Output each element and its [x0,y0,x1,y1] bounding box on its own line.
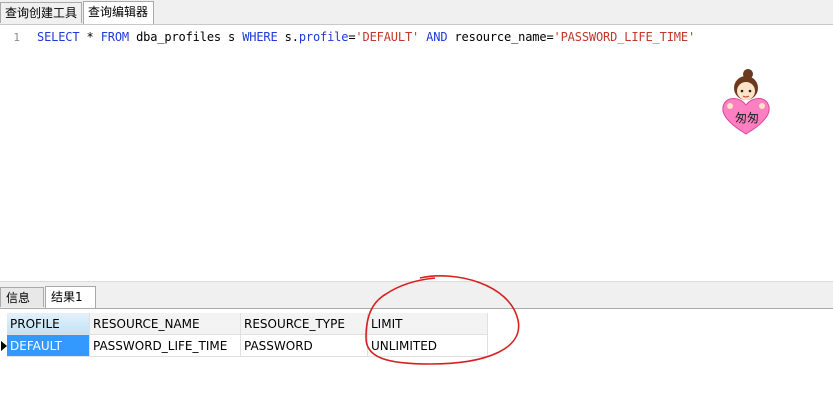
sql-code-line[interactable]: SELECT * FROM dba_profiles s WHERE s.pro… [37,30,695,44]
tab-label: 查询编辑器 [88,5,149,19]
sql-token-kw: WHERE [242,30,278,44]
sql-token-kw: profile [298,30,349,44]
column-header-resource-type[interactable]: RESOURCE_TYPE [241,313,368,335]
sql-token-kw: FROM [100,30,129,44]
tab-info[interactable]: 信息 [0,287,44,307]
sql-token-plain: * [79,30,101,44]
cell-resource-name[interactable]: PASSWORD_LIFE_TIME [90,335,241,357]
sql-token-plain: s. [277,30,299,44]
red-annotation-circle [365,275,520,365]
tab-result-1[interactable]: 结果1 [45,286,96,308]
tab-query-builder[interactable]: 查询创建工具 [0,2,82,23]
column-header-resource-name[interactable]: RESOURCE_NAME [90,313,241,335]
sql-token-str: 'DEFAULT' [355,30,420,44]
sql-editor[interactable]: 1 SELECT * FROM dba_profiles s WHERE s.p… [0,25,833,281]
sql-token-plain: dba_profiles s [129,30,243,44]
sql-token-str: 'PASSWORD_LIFE_TIME' [553,30,696,44]
tab-label: 信息 [6,291,31,305]
sql-token-kw: AND [426,30,448,44]
line-number-gutter: 1 [0,25,30,281]
column-header-profile[interactable]: PROFILE [7,313,90,335]
cell-profile[interactable]: DEFAULT [7,335,90,357]
mascot-text: 匆匆 [734,111,759,125]
mascot-sticker-icon [722,69,770,135]
tab-label: 查询创建工具 [5,6,78,20]
sql-token-kw: SELECT [37,30,80,44]
tab-label: 结果1 [51,290,83,304]
cell-resource-type[interactable]: PASSWORD [241,335,368,357]
sql-token-plain: resource_name= [447,30,554,44]
editor-tab-bar: 查询创建工具 查询编辑器 [0,0,833,25]
tab-query-editor[interactable]: 查询编辑器 [83,1,154,24]
line-number: 1 [13,31,20,44]
